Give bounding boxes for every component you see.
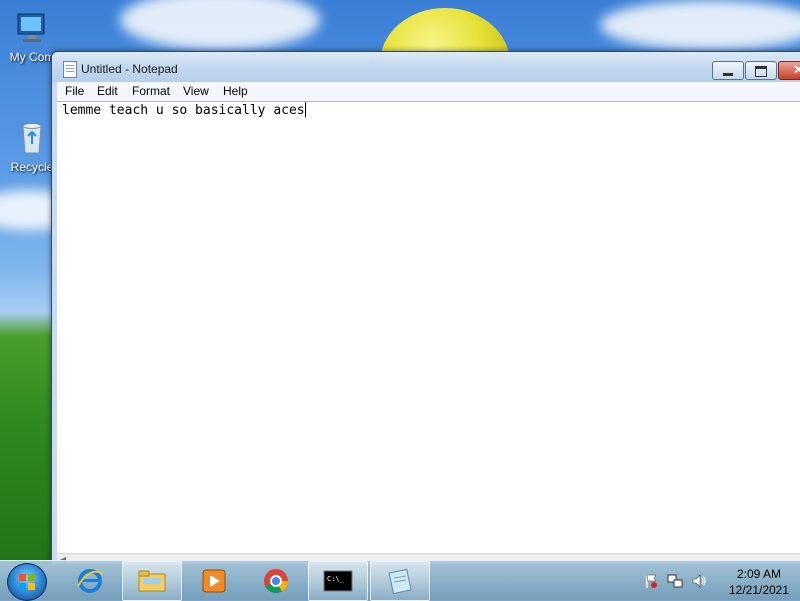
text-editor-area[interactable]: lemme teach u so basically aces ◀	[57, 101, 800, 564]
document-text[interactable]: lemme teach u so basically aces	[62, 102, 306, 118]
taskbar-notepad[interactable]	[370, 561, 430, 601]
svg-text:C:\_: C:\_	[327, 575, 345, 583]
volume-icon[interactable]	[691, 573, 707, 589]
title-bar[interactable]: Untitled - Notepad	[52, 52, 800, 82]
computer-icon	[14, 10, 50, 46]
media-player-icon	[202, 569, 226, 593]
taskbar-internet-explorer[interactable]	[60, 561, 120, 601]
menu-bar: File Edit Format View Help	[57, 82, 800, 101]
window-title: Untitled - Notepad	[81, 62, 178, 76]
close-button[interactable]	[778, 61, 800, 80]
menu-help[interactable]: Help	[223, 84, 248, 98]
command-prompt-icon: C:\_	[323, 570, 353, 592]
taskbar-windows-explorer[interactable]	[122, 561, 182, 601]
network-icon[interactable]	[667, 573, 683, 589]
windows-logo-icon	[19, 574, 35, 590]
minimize-button[interactable]	[712, 61, 744, 80]
menu-format[interactable]: Format	[132, 84, 170, 98]
menu-edit[interactable]: Edit	[97, 84, 118, 98]
clock[interactable]: 2:09 AM 12/21/2021	[720, 566, 798, 598]
taskbar-media-player[interactable]	[184, 561, 244, 601]
text-caret	[304, 102, 306, 117]
menu-view[interactable]: View	[183, 84, 209, 98]
notepad-window[interactable]: Untitled - Notepad File Edit Format View…	[51, 51, 800, 565]
clock-date: 12/21/2021	[728, 583, 790, 597]
notepad-icon	[388, 568, 412, 594]
windows-explorer-icon	[138, 570, 166, 592]
taskbar-chrome[interactable]	[246, 561, 306, 601]
start-button[interactable]	[7, 563, 47, 601]
action-center-flag-icon[interactable]	[643, 573, 659, 589]
taskbar-command-prompt[interactable]: C:\_	[308, 561, 368, 601]
document-content: lemme teach u so basically aces	[62, 103, 305, 118]
notepad-app-icon	[63, 61, 77, 78]
taskbar: C:\_ 2:09 AM 12/21/2021	[0, 560, 800, 601]
chrome-icon	[264, 569, 288, 594]
internet-explorer-icon	[77, 569, 104, 593]
menu-file[interactable]: File	[65, 84, 84, 98]
recycle-bin-icon	[14, 120, 50, 156]
maximize-button[interactable]	[745, 61, 777, 80]
clock-time: 2:09 AM	[736, 567, 782, 581]
system-tray: 2:09 AM 12/21/2021	[640, 561, 800, 601]
